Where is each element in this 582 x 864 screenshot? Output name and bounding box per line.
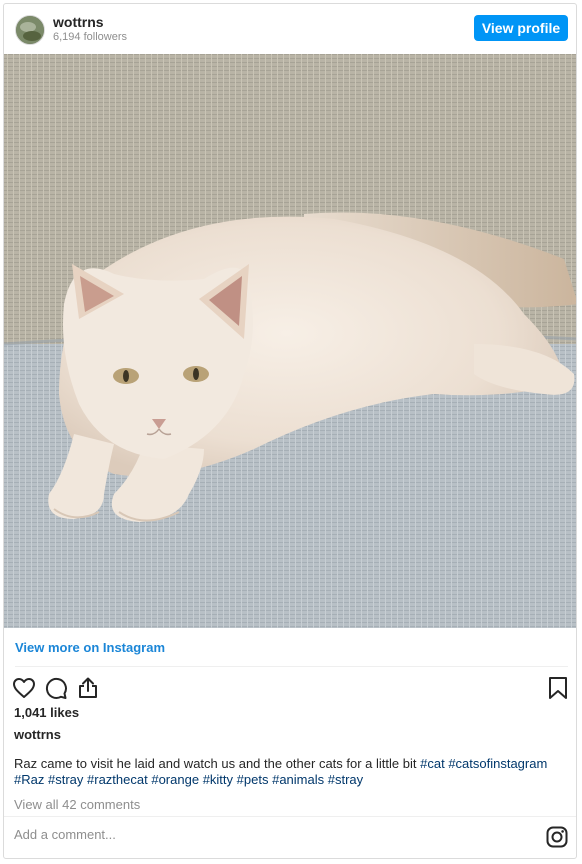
hashtag-link[interactable]: #razthecat [87, 772, 148, 787]
divider [15, 666, 568, 667]
hashtag-link[interactable]: #stray [328, 772, 363, 787]
hashtag-link[interactable]: #orange [151, 772, 199, 787]
bookmark-icon[interactable] [544, 674, 572, 702]
view-more-on-instagram-link[interactable]: View more on Instagram [15, 640, 165, 655]
action-bar [4, 674, 576, 704]
follower-count: 6,194 followers [53, 31, 127, 43]
hashtag-link[interactable]: #kitty [203, 772, 233, 787]
heart-icon[interactable] [10, 674, 38, 702]
hashtag-link[interactable]: #animals [272, 772, 324, 787]
post-caption: Raz came to visit he laid and watch us a… [14, 756, 564, 788]
username-link[interactable]: wottrns [53, 14, 104, 30]
view-profile-button[interactable]: View profile [474, 15, 568, 41]
hashtag-link[interactable]: #pets [237, 772, 269, 787]
comment-bar: Add a comment... [4, 816, 576, 858]
caption-username[interactable]: wottrns [14, 727, 61, 742]
avatar[interactable] [15, 15, 45, 45]
view-all-comments-link[interactable]: View all 42 comments [14, 797, 140, 812]
comment-icon[interactable] [42, 674, 70, 702]
caption-text: Raz came to visit he laid and watch us a… [14, 756, 421, 771]
hashtag-link[interactable]: #stray [48, 772, 83, 787]
hashtag-link[interactable]: #Raz [14, 772, 44, 787]
add-comment-input[interactable]: Add a comment... [14, 827, 116, 842]
instagram-logo-icon[interactable] [545, 825, 569, 849]
instagram-embed-card: wottrns 6,194 followers View profile Vie… [3, 3, 577, 859]
hashtag-link[interactable]: #cat [420, 756, 445, 771]
share-icon[interactable] [74, 674, 102, 702]
post-image[interactable] [4, 54, 576, 628]
post-header: wottrns 6,194 followers View profile [4, 4, 576, 54]
like-count[interactable]: 1,041 likes [14, 705, 79, 720]
hashtag-link[interactable]: #catsofinstagram [448, 756, 547, 771]
